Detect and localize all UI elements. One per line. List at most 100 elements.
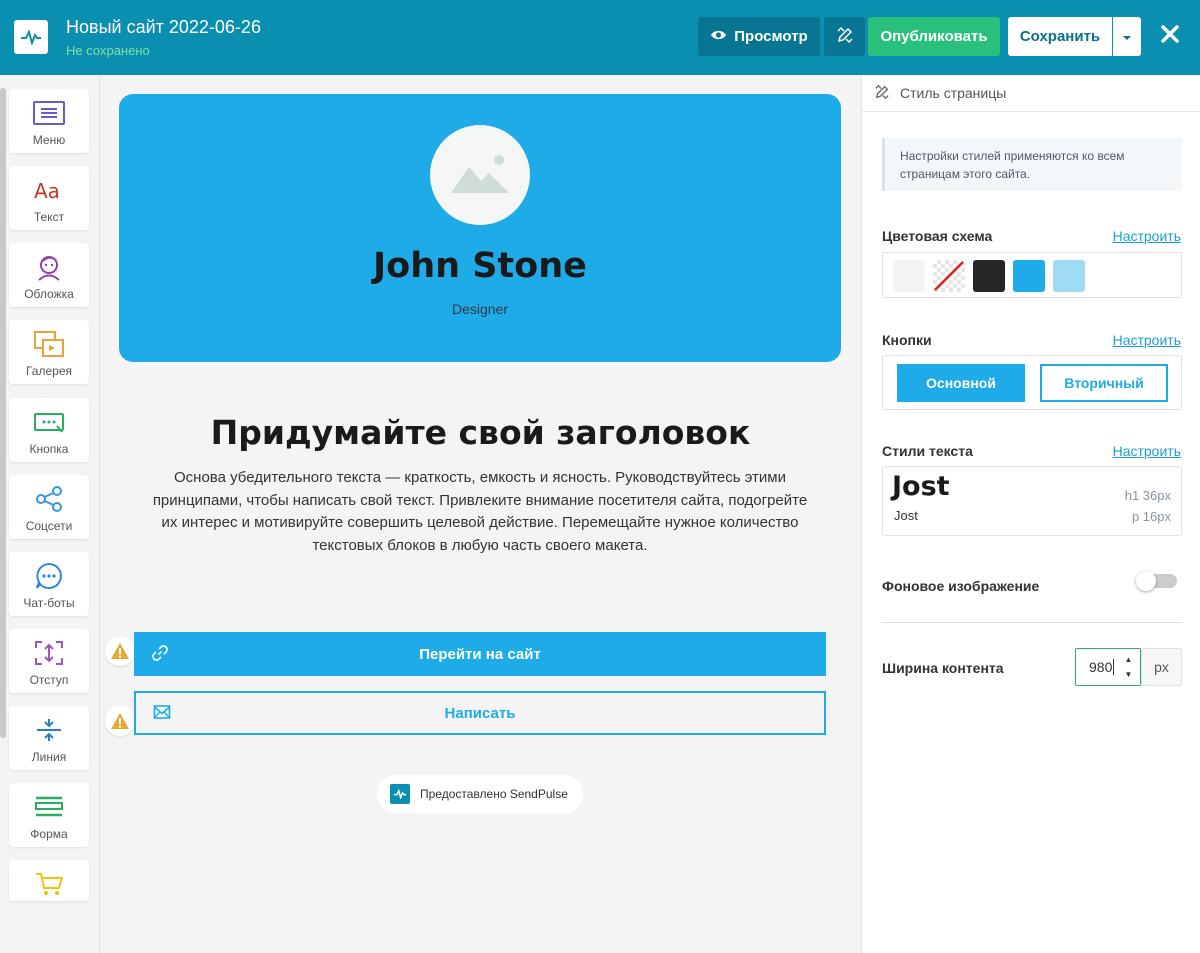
warning-icon[interactable] xyxy=(105,706,135,736)
preview-button[interactable]: Просмотр xyxy=(698,17,820,56)
eye-icon xyxy=(710,28,727,45)
tool-label: Чат-боты xyxy=(23,596,75,610)
chat-icon xyxy=(35,562,63,590)
envelope-icon xyxy=(153,704,171,724)
close-editor-button[interactable] xyxy=(1156,22,1184,50)
save-button[interactable]: Сохранить xyxy=(1008,17,1112,56)
panel-title: Стиль страницы xyxy=(900,85,1007,101)
tool-chatbots[interactable]: Чат-боты xyxy=(9,552,89,616)
sendpulse-credit-badge[interactable]: Предоставлено SendPulse xyxy=(377,775,583,813)
tool-label: Текст xyxy=(33,210,65,224)
save-options-dropdown[interactable] xyxy=(1113,17,1141,56)
color-scheme-swatches xyxy=(882,252,1182,298)
width-stepper[interactable]: ▲ ▼ xyxy=(1121,655,1136,679)
content-width-label: Ширина контента xyxy=(882,660,1004,676)
sendpulse-logo-icon[interactable] xyxy=(14,20,48,54)
site-title[interactable]: Новый сайт 2022-06-26 xyxy=(66,17,261,38)
gallery-icon xyxy=(33,330,65,358)
tool-label: Линия xyxy=(31,750,67,764)
buttons-label: Кнопки xyxy=(882,332,932,348)
close-icon xyxy=(1160,24,1180,49)
avatar[interactable] xyxy=(430,125,530,225)
form-icon xyxy=(34,793,64,821)
secondary-button-sample[interactable]: Вторичный xyxy=(1040,364,1168,402)
save-status: Не сохранено xyxy=(66,43,150,58)
tool-label: Галерея xyxy=(25,364,73,378)
toolbar-scrollbar[interactable] xyxy=(0,88,6,738)
color-swatch-transparent[interactable] xyxy=(933,260,965,292)
image-placeholder-icon xyxy=(449,151,511,200)
button-icon xyxy=(33,408,65,436)
top-bar: Новый сайт 2022-06-26 Не сохранено Просм… xyxy=(0,0,1200,75)
text-cursor xyxy=(1113,659,1115,675)
page-canvas: John Stone Designer Придумайте свой заго… xyxy=(101,75,860,953)
page-body-text[interactable]: Основа убедительного текста — краткость,… xyxy=(151,467,809,557)
bg-image-toggle[interactable] xyxy=(1136,571,1177,591)
sendpulse-logo-icon xyxy=(390,784,410,804)
color-scheme-configure-link[interactable]: Настроить xyxy=(1113,228,1181,244)
stepper-down-icon[interactable]: ▼ xyxy=(1125,670,1133,679)
text-styles-configure-link[interactable]: Настроить xyxy=(1113,443,1181,459)
divider xyxy=(882,622,1182,623)
page-style-button[interactable] xyxy=(824,17,865,56)
stepper-up-icon[interactable]: ▲ xyxy=(1125,655,1133,664)
go-to-site-button[interactable]: Перейти на сайт xyxy=(134,632,826,676)
panel-header: Стиль страницы xyxy=(862,75,1200,112)
text-styles-box[interactable]: Jost Jost h1 36px p 16px xyxy=(882,466,1182,536)
hero-name[interactable]: John Stone xyxy=(119,246,841,286)
line-icon xyxy=(35,716,63,744)
primary-button-sample[interactable]: Основной xyxy=(897,364,1025,402)
text-styles-label: Стили текста xyxy=(882,443,973,459)
tool-line[interactable]: Линия xyxy=(9,706,89,770)
tool-form[interactable]: Форма xyxy=(9,783,89,847)
go-to-site-label: Перейти на сайт xyxy=(419,645,541,663)
tool-label: Кнопка xyxy=(29,442,69,456)
publish-button[interactable]: Опубликовать xyxy=(868,17,1000,56)
button-styles-box: Основной Вторичный xyxy=(882,355,1182,410)
link-icon xyxy=(151,644,169,666)
tool-menu[interactable]: Меню xyxy=(9,89,89,153)
caret-down-icon xyxy=(1122,28,1132,45)
hero-role[interactable]: Designer xyxy=(119,301,841,317)
preview-label: Просмотр xyxy=(734,28,808,45)
tool-label: Меню xyxy=(32,133,66,147)
buttons-configure-link[interactable]: Настроить xyxy=(1113,332,1181,348)
credit-text: Предоставлено SendPulse xyxy=(420,787,568,801)
style-info-note: Настройки стилей применяются ко всем стр… xyxy=(882,138,1182,191)
bg-image-label: Фоновое изображение xyxy=(882,578,1040,594)
pencil-ruler-icon xyxy=(836,26,854,48)
content-width-value: 980 xyxy=(1089,659,1113,675)
color-swatch-accent[interactable] xyxy=(1013,260,1045,292)
toggle-knob xyxy=(1136,571,1156,591)
write-label: Написать xyxy=(444,704,516,722)
content-width-input[interactable]: 980 ▲ ▼ xyxy=(1075,648,1141,686)
tool-spacing[interactable]: Отступ xyxy=(9,629,89,693)
warning-icon[interactable] xyxy=(105,636,135,666)
tool-cover[interactable]: Обложка xyxy=(9,243,89,307)
color-scheme-label: Цветовая схема xyxy=(882,228,993,244)
tool-social[interactable]: Соцсети xyxy=(9,475,89,539)
h1-size-meta: h1 36px xyxy=(1124,488,1171,503)
color-swatch-accent-light[interactable] xyxy=(1053,260,1085,292)
color-swatch-light[interactable] xyxy=(893,260,925,292)
cart-icon xyxy=(34,870,64,898)
content-width-unit: px xyxy=(1141,648,1182,686)
color-swatch-dark[interactable] xyxy=(973,260,1005,292)
hero-block[interactable]: John Stone Designer xyxy=(119,94,841,362)
p-size-meta: p 16px xyxy=(1131,509,1171,524)
tool-gallery[interactable]: Галерея xyxy=(9,320,89,384)
share-icon xyxy=(35,485,63,513)
spacing-icon xyxy=(34,639,64,667)
svg-text:Aa: Aa xyxy=(34,179,60,202)
tool-label: Форма xyxy=(30,827,68,841)
pencil-ruler-icon xyxy=(874,84,890,103)
tool-shop[interactable] xyxy=(9,860,89,901)
body-font-sample: Jost xyxy=(894,508,918,523)
tool-button[interactable]: Кнопка xyxy=(9,398,89,462)
tool-label: Обложка xyxy=(24,287,74,301)
write-button[interactable]: Написать xyxy=(134,691,826,735)
page-headline[interactable]: Придумайте свой заголовок xyxy=(101,413,860,452)
heading-font-sample: Jost xyxy=(892,471,950,502)
tool-label: Отступ xyxy=(29,673,69,687)
tool-text[interactable]: Aa Текст xyxy=(9,166,89,230)
